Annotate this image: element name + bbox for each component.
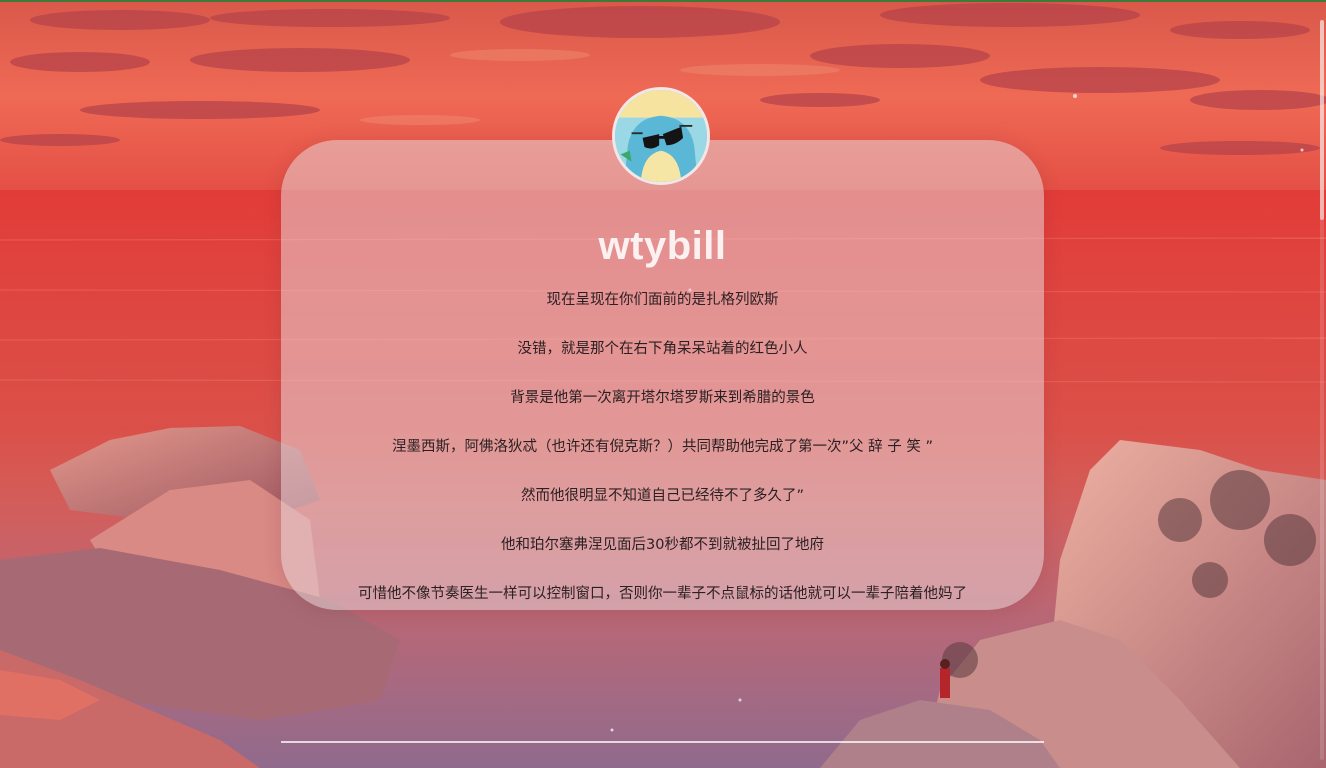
top-strip: [0, 0, 1326, 2]
description-line: 没错，就是那个在右下角呆呆站着的红色小人: [517, 341, 808, 357]
description-list: 现在呈现在你们面前的是扎格列欧斯 没错，就是那个在右下角呆呆站着的红色小人 背景…: [281, 290, 1044, 610]
sunglasses-creature-avatar-icon: [615, 90, 707, 182]
page-scrollbar[interactable]: [1320, 20, 1324, 760]
profile-card: wtybill 现在呈现在你们面前的是扎格列欧斯 没错，就是那个在右下角呆呆站着…: [281, 140, 1044, 610]
description-line: 然而他很明显不知道自己已经待不了多久了”: [520, 488, 804, 504]
avatar[interactable]: [612, 87, 710, 185]
username-title: wtybill: [598, 224, 727, 268]
description-line: 现在呈现在你们面前的是扎格列欧斯: [546, 292, 779, 308]
wallpaper-stage: wtybill 现在呈现在你们面前的是扎格列欧斯 没错，就是那个在右下角呆呆站着…: [0, 0, 1326, 768]
description-line: 涅墨西斯，阿佛洛狄忒（也许还有倪克斯？）共同帮助他完成了第一次”父 辞 子 笑 …: [392, 439, 933, 455]
scrollbar-thumb[interactable]: [1320, 20, 1324, 220]
description-line: 背景是他第一次离开塔尔塔罗斯来到希腊的景色: [510, 390, 815, 406]
description-line: 可惜他不像节奏医生一样可以控制窗口，否则你一辈子不点鼠标的话他就可以一辈子陪着他…: [358, 586, 967, 602]
description-line: 他和珀尔塞弗涅见面后30秒都不到就被扯回了地府: [501, 537, 824, 553]
bottom-divider: [281, 741, 1044, 743]
